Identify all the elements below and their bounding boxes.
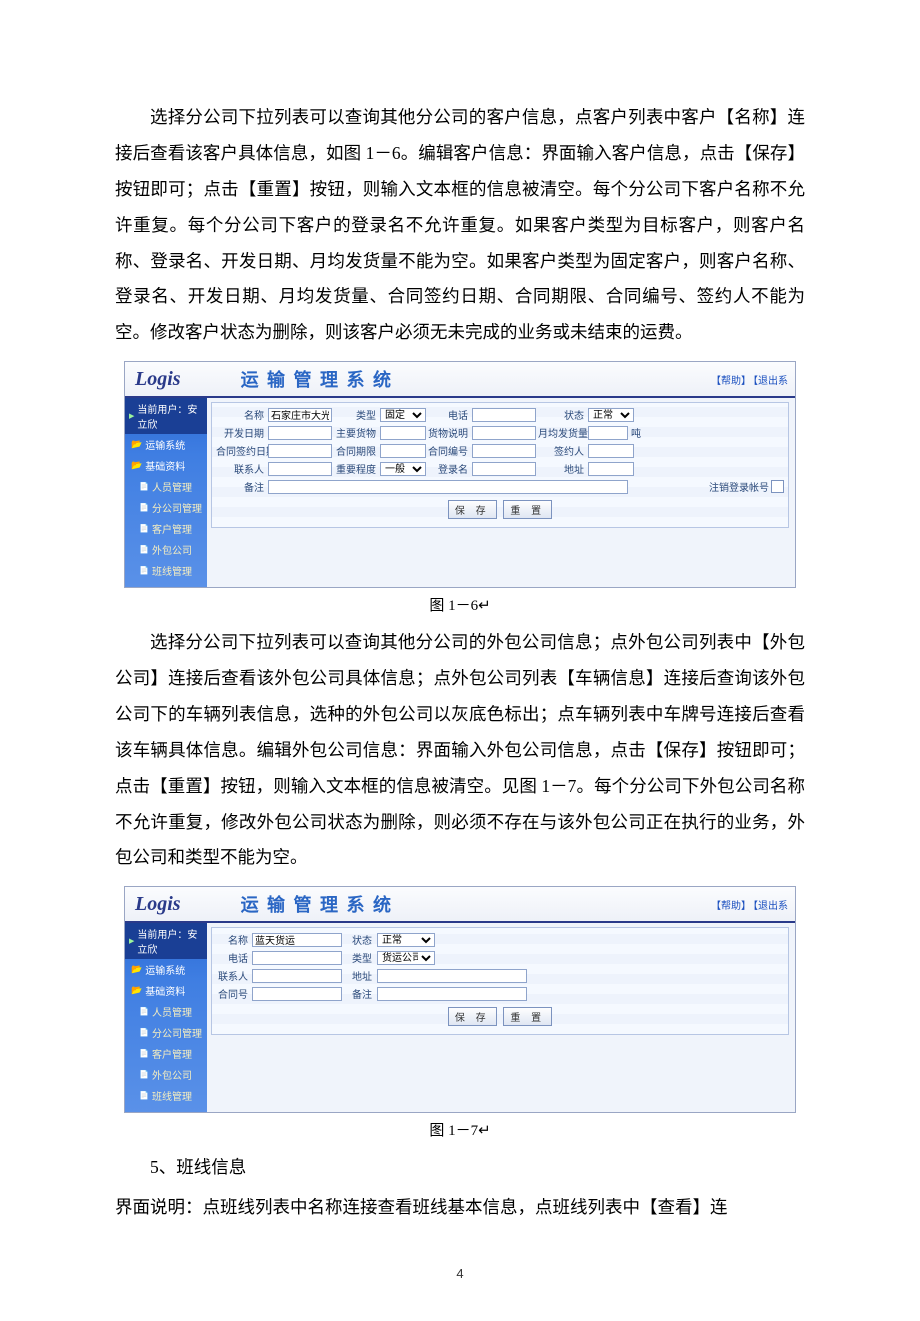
- input-contract-term[interactable]: [380, 444, 426, 458]
- input-contact[interactable]: [268, 462, 332, 476]
- current-user: 当前用户：安立欣: [125, 923, 207, 959]
- header-links[interactable]: 【帮助】【退出系: [710, 897, 789, 912]
- select-status[interactable]: 正常: [588, 408, 634, 422]
- select-importance[interactable]: 一般: [380, 462, 426, 476]
- input-login[interactable]: [472, 462, 536, 476]
- help-link[interactable]: 【帮助】: [711, 901, 751, 912]
- page-number: 4: [115, 1266, 805, 1281]
- label-goods: 主要货物: [334, 425, 378, 440]
- input-phone[interactable]: [472, 408, 536, 422]
- label-type: 类型: [344, 950, 375, 965]
- label-contract-no: 合同编号: [428, 443, 470, 458]
- label-remark: 备注: [216, 479, 266, 494]
- paragraph-2: 选择分公司下拉列表可以查询其他分公司的外包公司信息；点外包公司列表中【外包公司】…: [115, 625, 805, 876]
- label-status: 状态: [344, 932, 375, 947]
- help-link[interactable]: 【帮助】: [711, 376, 751, 387]
- input-contractno[interactable]: [252, 987, 342, 1001]
- sidebar-item-branch[interactable]: 分公司管理: [125, 497, 207, 518]
- sidebar-item-branch[interactable]: 分公司管理: [125, 1022, 207, 1043]
- label-contractno: 合同号: [216, 986, 250, 1001]
- sidebar-item-customer[interactable]: 客户管理: [125, 518, 207, 539]
- sidebar-item-transport[interactable]: 运输系统: [125, 959, 207, 980]
- logout-link[interactable]: 【退出系: [753, 376, 788, 387]
- input-name[interactable]: [252, 933, 342, 947]
- sidebar-item-outsource[interactable]: 外包公司: [125, 539, 207, 560]
- sidebar: 当前用户：安立欣 运输系统 基础资料 人员管理 分公司管理 客户管理 外包公司 …: [125, 923, 207, 1112]
- input-goods[interactable]: [380, 426, 426, 440]
- logo: Logis: [135, 893, 181, 916]
- input-remark[interactable]: [268, 480, 628, 494]
- label-status: 状态: [538, 407, 586, 422]
- logo: Logis: [135, 368, 181, 391]
- input-signer[interactable]: [588, 444, 634, 458]
- label-devdate: 开发日期: [216, 425, 266, 440]
- screenshot-figure-1-7: Logis 运 输 管 理 系 统 【帮助】【退出系 当前用户：安立欣 运输系统…: [124, 886, 796, 1113]
- unit-ton: 吨: [631, 425, 641, 440]
- label-importance: 重要程度: [334, 461, 378, 476]
- label-phone: 电话: [428, 407, 470, 422]
- input-addr[interactable]: [588, 462, 634, 476]
- sidebar-item-outsource[interactable]: 外包公司: [125, 1064, 207, 1085]
- label-contact: 联系人: [216, 968, 250, 983]
- sidebar-item-route[interactable]: 班线管理: [125, 1085, 207, 1106]
- app-title: 运 输 管 理 系 统: [181, 891, 710, 917]
- sidebar-item-person[interactable]: 人员管理: [125, 476, 207, 497]
- label-remark: 备注: [344, 986, 375, 1001]
- label-monthly: 月均发货量: [538, 425, 586, 440]
- input-contract-date[interactable]: [268, 444, 332, 458]
- app-title: 运 输 管 理 系 统: [181, 366, 710, 392]
- label-type: 类型: [334, 407, 378, 422]
- current-user: 当前用户：安立欣: [125, 398, 207, 434]
- label-contract-date: 合同签约日期: [216, 443, 266, 458]
- input-remark[interactable]: [377, 987, 527, 1001]
- input-monthly[interactable]: [588, 426, 628, 440]
- save-button[interactable]: 保 存: [448, 500, 497, 519]
- customer-form: 名称 类型 固定 电话 状态 正常 开发日期 主要货物 货: [211, 402, 789, 528]
- select-status[interactable]: 正常: [377, 933, 435, 947]
- label-name: 名称: [216, 407, 266, 422]
- label-addr: 地址: [538, 461, 586, 476]
- label-phone: 电话: [216, 950, 250, 965]
- screenshot-figure-1-6: Logis 运 输 管 理 系 统 【帮助】【退出系 当前用户：安立欣 运输系统…: [124, 361, 796, 588]
- reset-button[interactable]: 重 置: [503, 500, 552, 519]
- input-addr[interactable]: [377, 969, 527, 983]
- label-contact: 联系人: [216, 461, 266, 476]
- figure-caption-1-7: 图 1－7↵: [115, 1119, 805, 1140]
- label-signer: 签约人: [538, 443, 586, 458]
- app-header: Logis 运 输 管 理 系 统 【帮助】【退出系: [125, 887, 795, 923]
- outsource-form: 名称 状态 正常 电话 类型 货运公司 联系人 地址: [211, 927, 789, 1035]
- logout-link[interactable]: 【退出系: [753, 901, 788, 912]
- sidebar-item-basic[interactable]: 基础资料: [125, 980, 207, 1001]
- input-contact[interactable]: [252, 969, 342, 983]
- label-desc: 货物说明: [428, 425, 470, 440]
- section-5-title: 5、班线信息: [115, 1150, 805, 1186]
- input-name[interactable]: [268, 408, 332, 422]
- sidebar-item-customer[interactable]: 客户管理: [125, 1043, 207, 1064]
- label-login: 登录名: [428, 461, 470, 476]
- select-type[interactable]: 固定: [380, 408, 426, 422]
- paragraph-3: 界面说明：点班线列表中名称连接查看班线基本信息，点班线列表中【查看】连: [115, 1190, 805, 1226]
- header-links[interactable]: 【帮助】【退出系: [710, 372, 789, 387]
- app-header: Logis 运 输 管 理 系 统 【帮助】【退出系: [125, 362, 795, 398]
- input-phone[interactable]: [252, 951, 342, 965]
- input-desc[interactable]: [472, 426, 536, 440]
- reset-button[interactable]: 重 置: [503, 1007, 552, 1026]
- sidebar-item-transport[interactable]: 运输系统: [125, 434, 207, 455]
- select-type[interactable]: 货运公司: [377, 951, 435, 965]
- label-addr: 地址: [344, 968, 375, 983]
- checkbox-cancel-login[interactable]: [771, 480, 784, 493]
- label-cancel-login: 注销登录帐号: [709, 479, 769, 494]
- sidebar-item-person[interactable]: 人员管理: [125, 1001, 207, 1022]
- label-contract-term: 合同期限: [334, 443, 378, 458]
- sidebar-item-basic[interactable]: 基础资料: [125, 455, 207, 476]
- input-contract-no[interactable]: [472, 444, 536, 458]
- sidebar-item-route[interactable]: 班线管理: [125, 560, 207, 581]
- label-name: 名称: [216, 932, 250, 947]
- figure-caption-1-6: 图 1－6↵: [115, 594, 805, 615]
- sidebar: 当前用户：安立欣 运输系统 基础资料 人员管理 分公司管理 客户管理 外包公司 …: [125, 398, 207, 587]
- paragraph-1: 选择分公司下拉列表可以查询其他分公司的客户信息，点客户列表中客户【名称】连接后查…: [115, 100, 805, 351]
- save-button[interactable]: 保 存: [448, 1007, 497, 1026]
- input-devdate[interactable]: [268, 426, 332, 440]
